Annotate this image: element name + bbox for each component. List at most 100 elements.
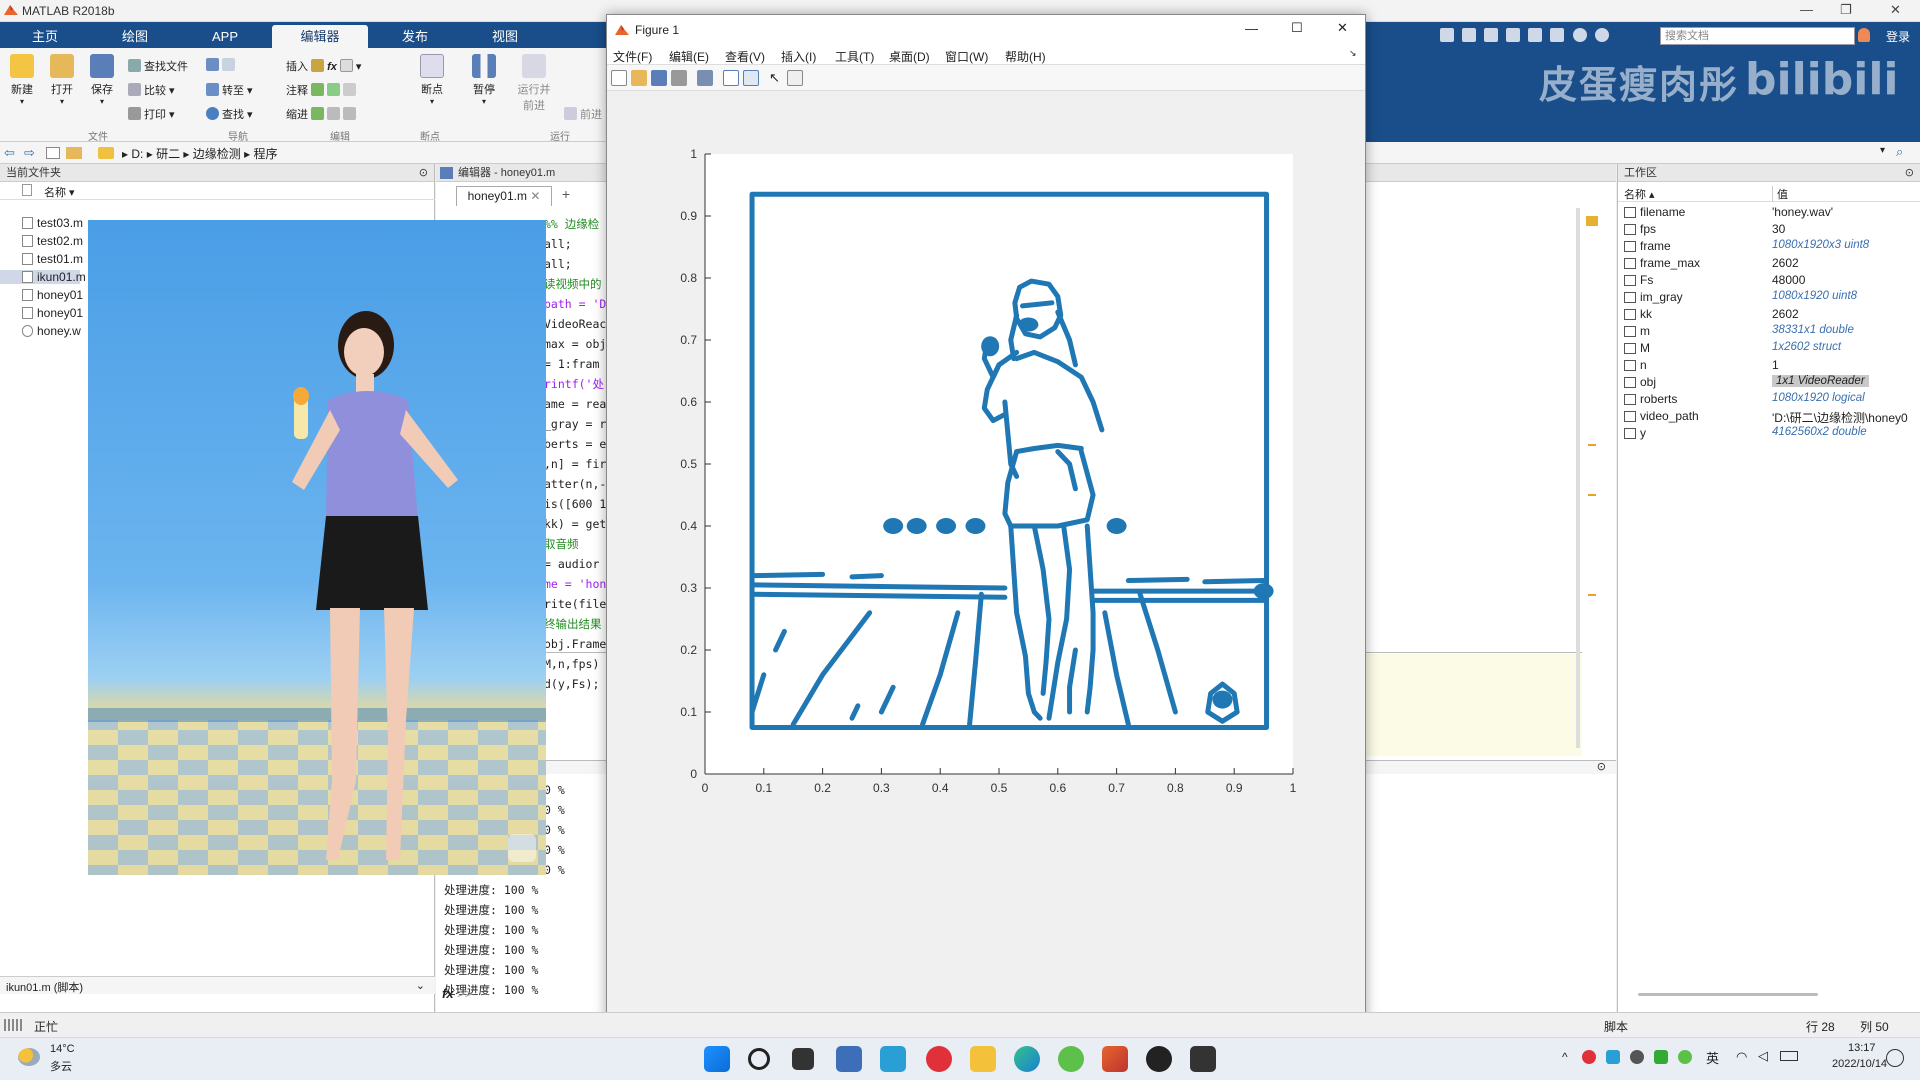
breadcrumb[interactable]: ▸ D: ▸ 研二 ▸ 边缘检测 ▸ 程序 (122, 145, 278, 162)
chevron-up-icon[interactable]: ^ (1562, 1050, 1568, 1064)
volume-icon[interactable]: ◁ (1758, 1048, 1768, 1064)
link-plot-icon[interactable] (697, 70, 713, 86)
tray-app-icon[interactable] (1678, 1050, 1692, 1064)
run-advance-button[interactable]: 运行并 前进 (512, 54, 556, 113)
editor-scrollbar[interactable] (1576, 208, 1580, 748)
code-area[interactable]: %% 边缘检 all; all; 读视频中的 path = 'D VideoReac max… (544, 214, 608, 774)
weather-desc[interactable]: 多云 (50, 1058, 72, 1074)
workspace-variable-row[interactable]: video_path 'D:\研二\边缘检测\honey0 (1618, 408, 1920, 425)
minimize-icon[interactable]: — (1800, 2, 1813, 17)
workspace-variable-row[interactable]: roberts 1080x1920 logical (1618, 391, 1920, 408)
dock-arrow-icon[interactable]: ↘ (1349, 48, 1357, 59)
weather-temp[interactable]: 14°C (50, 1043, 75, 1055)
workspace-variable-row[interactable]: frame_max 2602 (1618, 255, 1920, 272)
list-item[interactable]: honey.w (22, 324, 81, 338)
tab-publish[interactable]: 发布 (384, 25, 446, 48)
save-figure-icon[interactable] (651, 70, 667, 86)
workspace-variable-row[interactable]: n1 (1618, 357, 1920, 374)
comment-button[interactable]: 注释 (286, 82, 359, 98)
maximize-icon[interactable]: ❐ (1840, 2, 1852, 18)
up-folder-icon[interactable] (46, 147, 60, 159)
list-item[interactable]: test01.m (22, 252, 83, 266)
warning-marker[interactable] (1588, 594, 1596, 596)
panel-menu-icon[interactable]: ⊙ (1597, 760, 1606, 773)
find-button[interactable]: 查找 ▾ (206, 106, 253, 122)
workspace-variable-row[interactable]: Fs 48000 (1618, 272, 1920, 289)
warning-marker[interactable] (1588, 444, 1596, 446)
tab-home[interactable]: 主页 (14, 25, 76, 48)
file-details-bar[interactable]: ikun01.m (脚本) ⌄ (0, 976, 435, 994)
legend-icon[interactable] (743, 70, 759, 86)
name-column-header[interactable]: 名称 ▴ (1624, 186, 1655, 202)
chevron-down-icon[interactable]: ⌄ (416, 979, 425, 992)
menu-help[interactable]: 帮助(H) (1005, 48, 1046, 65)
compare-button[interactable]: 比较 ▾ (128, 82, 175, 98)
goto-button[interactable]: 转至 ▾ (206, 82, 253, 98)
weather-icon[interactable] (18, 1048, 40, 1066)
minimize-icon[interactable]: — (1245, 21, 1258, 36)
recorder-app-icon[interactable] (1190, 1046, 1216, 1072)
property-editor-icon[interactable] (787, 70, 803, 86)
clock-time[interactable]: 13:17 (1848, 1042, 1876, 1054)
advance-button[interactable]: 前进 (564, 106, 602, 122)
list-item[interactable]: honey01 (22, 288, 83, 302)
crumb-folder-3[interactable]: 程序 (254, 147, 278, 161)
close-icon[interactable]: ✕ (1890, 2, 1901, 18)
warning-marker[interactable] (1588, 494, 1596, 496)
menu-desktop[interactable]: 桌面(D) (889, 48, 930, 65)
list-item-selected[interactable]: ikun01.m (0, 270, 86, 284)
edge-browser-icon[interactable] (1014, 1046, 1040, 1072)
workspace-variable-row[interactable]: fps 30 (1618, 221, 1920, 238)
tray-app-icon[interactable] (1654, 1050, 1668, 1064)
name-column-header[interactable]: 名称 ▾ (44, 184, 75, 200)
matlab-taskbar-icon[interactable] (1102, 1046, 1128, 1072)
workspace-variable-row[interactable]: y 4162560x2 double (1618, 425, 1920, 442)
open-button[interactable]: 打开 ▾ (46, 54, 78, 106)
tray-app-icon[interactable] (1630, 1050, 1644, 1064)
address-search-icon[interactable]: ⌕ (1896, 144, 1903, 160)
windows-start-icon[interactable] (704, 1046, 730, 1072)
forward-arrow-icon[interactable]: ⇨ (24, 145, 35, 161)
menu-file[interactable]: 文件(F) (613, 48, 652, 65)
workspace-scrollbar[interactable] (1638, 993, 1818, 996)
indent-button[interactable]: 缩进 (286, 106, 359, 122)
tray-app-icon[interactable] (1606, 1050, 1620, 1064)
pointer-icon[interactable]: ↖ (769, 70, 785, 86)
address-dropdown-icon[interactable]: ▾ (1880, 145, 1885, 156)
crumb-drive[interactable]: D: (131, 147, 143, 161)
desktop-app-icon[interactable] (880, 1046, 906, 1072)
add-tab-icon[interactable]: + (556, 186, 576, 206)
command-prompt[interactable]: fx >> (442, 986, 472, 1001)
tab-apps[interactable]: APP (194, 25, 256, 48)
notifications-icon[interactable] (1886, 1049, 1904, 1067)
workspace-variable-row[interactable]: m 38331x1 double (1618, 323, 1920, 340)
editor-file-tab[interactable]: honey01.m ✕ (456, 186, 552, 206)
search-icon[interactable] (748, 1048, 770, 1070)
notification-bell-icon[interactable] (1858, 28, 1870, 42)
list-item[interactable]: test03.m (22, 216, 83, 230)
wechat-icon[interactable] (1058, 1046, 1084, 1072)
new-figure-icon[interactable] (611, 70, 627, 86)
file-explorer-icon[interactable] (970, 1046, 996, 1072)
menu-window[interactable]: 窗口(W) (945, 48, 988, 65)
search-docs-input[interactable]: 搜索文档 (1660, 27, 1855, 45)
workspace-variable-row[interactable]: im_gray 1080x1920 uint8 (1618, 289, 1920, 306)
tab-plots[interactable]: 绘图 (104, 25, 166, 48)
menu-view[interactable]: 查看(V) (725, 48, 765, 65)
crumb-folder-2[interactable]: 边缘检测 (193, 147, 241, 161)
menu-insert[interactable]: 插入(I) (781, 48, 816, 65)
close-tab-icon[interactable]: ✕ (530, 189, 540, 203)
value-column-header[interactable]: 值 (1772, 186, 1788, 202)
task-view-icon[interactable] (792, 1048, 814, 1070)
workspace-variable-row[interactable]: M 1x2602 struct (1618, 340, 1920, 357)
print-button[interactable]: 打印 ▾ (128, 106, 175, 122)
crumb-folder-1[interactable]: 研二 (156, 147, 180, 161)
media-app-icon[interactable] (1146, 1046, 1172, 1072)
menu-tools[interactable]: 工具(T) (835, 48, 874, 65)
save-button[interactable]: 保存 ▾ (86, 54, 118, 106)
nav-back-forward[interactable] (206, 58, 238, 72)
menu-edit[interactable]: 编辑(E) (669, 48, 709, 65)
store-icon[interactable] (836, 1046, 862, 1072)
print-figure-icon[interactable] (671, 70, 687, 86)
panel-menu-icon[interactable]: ⊙ (1905, 164, 1914, 182)
